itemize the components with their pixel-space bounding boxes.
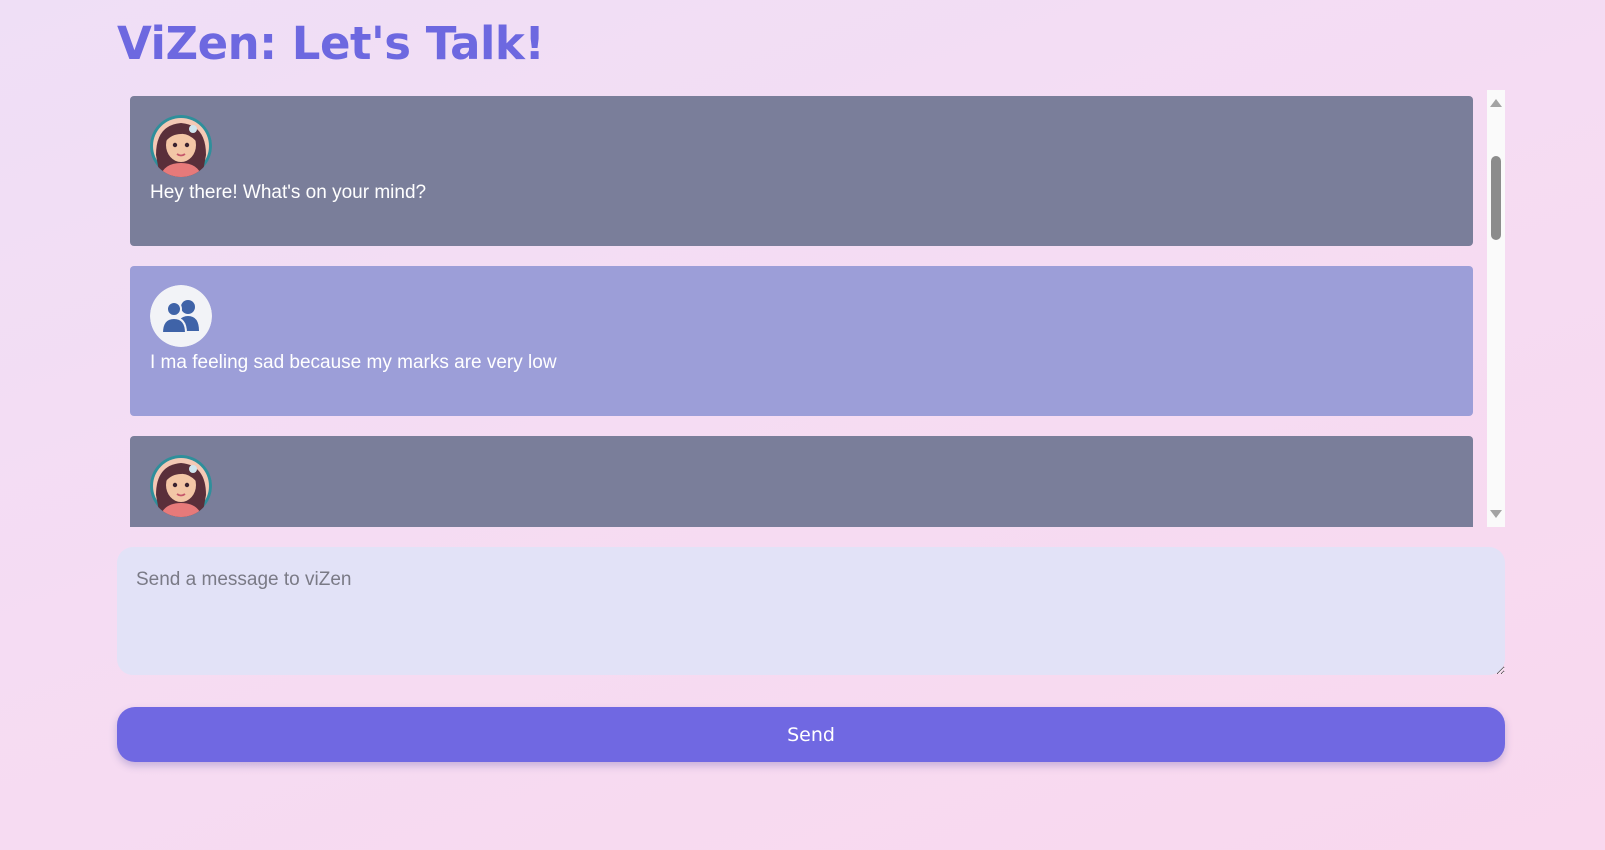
bot-message: Hey there! What's on your mind? xyxy=(130,96,1473,246)
scroll-down-arrow-icon[interactable] xyxy=(1490,510,1502,518)
chat-box[interactable]: Hey there! What's on your mind? I ma fee… xyxy=(117,90,1505,527)
send-button[interactable]: Send xyxy=(117,707,1505,762)
scroll-thumb[interactable] xyxy=(1491,156,1501,240)
message-text: I ma feeling sad because my marks are ve… xyxy=(150,352,557,373)
message-text: Hey there! What's on your mind? xyxy=(150,182,427,203)
bot-message xyxy=(130,436,1473,527)
bot-avatar-icon xyxy=(150,115,212,177)
message-input[interactable] xyxy=(117,547,1505,675)
user-message: I ma feeling sad because my marks are ve… xyxy=(130,266,1473,416)
message-list: Hey there! What's on your mind? I ma fee… xyxy=(130,96,1473,527)
chat-scrollbar[interactable] xyxy=(1487,90,1505,527)
bot-avatar-icon xyxy=(150,455,212,517)
users-icon xyxy=(150,285,212,347)
page-title: ViZen: Let's Talk! xyxy=(117,17,545,70)
scroll-up-arrow-icon[interactable] xyxy=(1490,99,1502,107)
